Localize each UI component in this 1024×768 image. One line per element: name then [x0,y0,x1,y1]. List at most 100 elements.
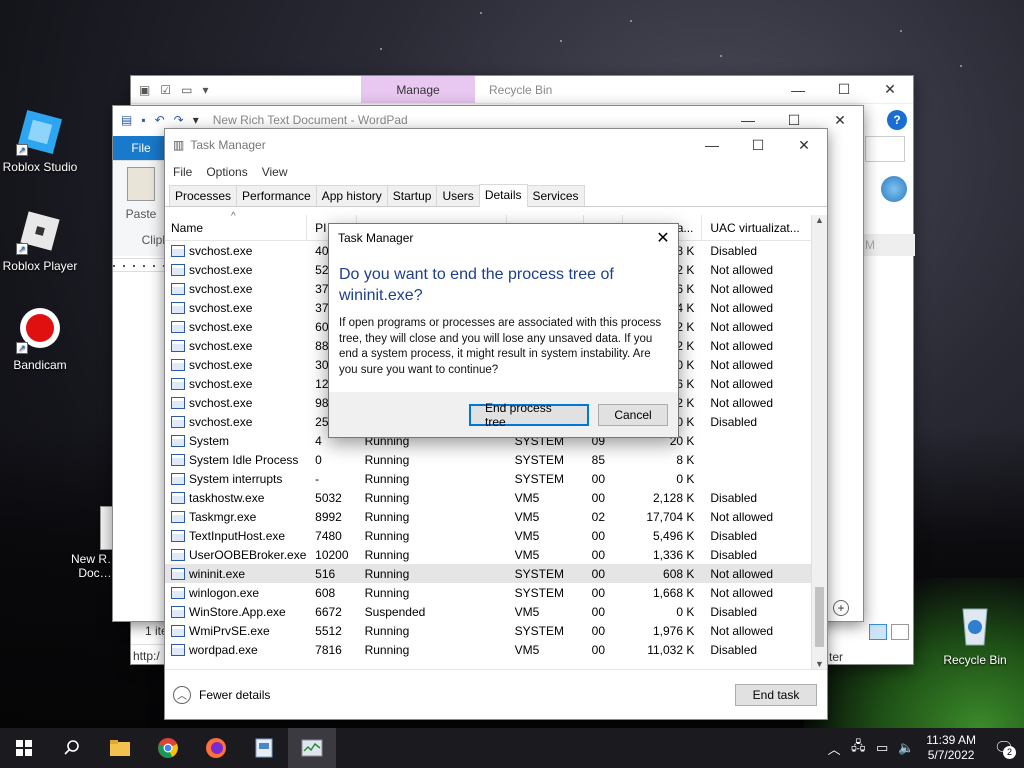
maximize-button[interactable]: ☐ [735,129,781,161]
dropdown-icon[interactable]: ▾ [202,83,208,97]
status-text: ter [829,650,844,664]
tab-users[interactable]: Users [436,185,480,206]
file-explorer-icon[interactable] [96,728,144,768]
process-uac: Not allowed [710,281,774,296]
chrome-icon[interactable] [144,728,192,768]
ruler [113,258,169,272]
process-user: VM5 [514,642,540,657]
undo-icon[interactable]: ↶ [155,113,165,127]
table-row[interactable]: winlogon.exe 608 Running SYSTEM 00 1,668 K Not… [165,583,811,602]
table-row[interactable]: System interrupts - Running SYSTEM 00 0 K [165,469,811,488]
paste-icon[interactable] [127,167,155,201]
monitor-icon[interactable]: ▭ [870,740,894,756]
column-header-uac[interactable]: UAC virtualizat... [702,215,811,240]
checkmark-icon[interactable]: ☑ [160,83,171,97]
search-box[interactable] [865,136,905,162]
tab-startup[interactable]: Startup [386,185,438,206]
task-manager-taskbar-icon[interactable] [288,728,336,768]
cancel-button[interactable]: Cancel [598,403,668,426]
save-icon[interactable]: ▪ [141,113,145,127]
menu-file[interactable]: File [173,165,192,179]
process-name: svchost.exe [165,358,307,372]
process-status: Running [364,490,410,505]
search-icon[interactable] [48,728,96,768]
table-row[interactable]: taskhostw.exe 5032 Running VM5 00 2,128 K Disa… [165,488,811,507]
process-uac: Not allowed [710,319,774,334]
process-uac: Disabled [710,528,758,543]
process-name: svchost.exe [165,320,307,334]
clock[interactable]: 11:39 AM 5/7/2022 [918,733,984,763]
tab-processes[interactable]: Processes [169,185,238,206]
details-view-icon[interactable] [869,624,887,640]
table-row[interactable]: wordpad.exe 7816 Running VM5 00 11,032 K Disab… [165,640,811,659]
tab-details[interactable]: Details [478,184,528,207]
volume-icon[interactable]: 🔈 [894,740,918,756]
desktop-icon-recycle-bin[interactable]: Recycle Bin [935,601,1015,667]
wordpad-taskbar-icon[interactable] [240,728,288,768]
redo-icon[interactable]: ↷ [174,113,184,127]
network-icon[interactable]: 🖧 [846,737,870,759]
process-user: SYSTEM [514,585,564,600]
chevron-up-icon[interactable]: ︿ [822,739,846,758]
table-row[interactable]: System Idle Process 0 Running SYSTEM 85 8 K [165,450,811,469]
scroll-down-icon[interactable]: ▼ [812,659,827,669]
process-uac: Not allowed [710,566,774,581]
end-task-button[interactable]: End task [735,683,817,706]
end-process-tree-button[interactable]: End process tree [469,401,589,429]
dialog-close-icon[interactable]: ✕ [648,228,678,248]
help-icon[interactable]: ? [887,110,907,130]
process-memory: 1,336 K [653,547,695,562]
scrollbar-thumb[interactable] [815,587,824,647]
properties-icon[interactable]: ▣ [139,83,150,97]
close-button[interactable]: ✕ [867,76,913,103]
desktop-icon-roblox-studio[interactable]: ↗ Roblox Studio [0,108,80,174]
process-status: Running [364,471,410,486]
start-button[interactable] [0,728,48,768]
process-name-label: System Idle Process [189,452,299,467]
quick-access-toolbar: ▤ ▪ ↶ ↷ ▾ [113,113,199,127]
notification-center-icon[interactable]: 🗨 2 [984,738,1024,759]
vertical-scrollbar[interactable]: ▲ ▼ [811,215,827,669]
table-row[interactable]: WmiPrvSE.exe 5512 Running SYSTEM 00 1,976 K No… [165,621,811,640]
fewer-details-button[interactable]: ︿ Fewer details [173,685,270,704]
end-process-tree-dialog[interactable]: Task Manager ✕ Do you want to end the pr… [328,223,679,438]
column-header-name[interactable]: Name ^ [165,211,308,240]
table-row[interactable]: wininit.exe 516 Running SYSTEM 00 608 K Not al… [165,564,811,583]
process-name: svchost.exe [165,396,307,410]
process-uac: Disabled [710,414,758,429]
process-user: SYSTEM [514,471,564,486]
folder-icon[interactable]: ▭ [181,83,192,97]
desktop-icon-roblox-player[interactable]: ↗ Roblox Player [0,207,80,273]
manage-tab[interactable]: Manage [361,76,475,103]
tab-performance[interactable]: Performance [236,185,317,206]
menu-options[interactable]: Options [206,165,247,179]
minimize-button[interactable]: — [775,76,821,103]
process-cpu: 00 [591,604,606,619]
tab-services[interactable]: Services [526,185,585,206]
process-icon [171,510,185,523]
tab-app-history[interactable]: App history [315,185,388,206]
process-pid: 608 [315,585,336,600]
globe-icon[interactable] [881,176,907,202]
desktop-icon-bandicam[interactable]: ↗ Bandicam [0,306,80,372]
table-row[interactable]: WinStore.App.exe 6672 Suspended VM5 00 0 K Dis… [165,602,811,621]
minimize-button[interactable]: — [689,129,735,161]
maximize-button[interactable]: ☐ [821,76,867,103]
menu-view[interactable]: View [262,165,288,179]
dialog-heading: Do you want to end the process tree of w… [339,266,614,304]
table-row[interactable]: TextInputHost.exe 7480 Running VM5 00 5,496 K… [165,526,811,545]
large-icons-view-icon[interactable] [891,624,909,640]
process-name: wordpad.exe [165,643,307,657]
table-row[interactable]: Taskmgr.exe 8992 Running VM5 02 17,704 K Not a… [165,507,811,526]
firefox-icon[interactable] [192,728,240,768]
file-tab[interactable]: File [113,136,169,160]
close-button[interactable]: ✕ [781,129,827,161]
scroll-up-icon[interactable]: ▲ [812,215,827,225]
paste-button[interactable]: Paste [113,207,169,221]
process-uac: Not allowed [710,262,774,277]
process-uac: Not allowed [710,395,774,410]
process-name: winlogon.exe [165,586,307,600]
zoom-in-icon[interactable]: + [833,600,849,616]
process-memory: 0 K [676,471,695,486]
table-row[interactable]: UserOOBEBroker.exe 10200 Running VM5 00 1,336… [165,545,811,564]
